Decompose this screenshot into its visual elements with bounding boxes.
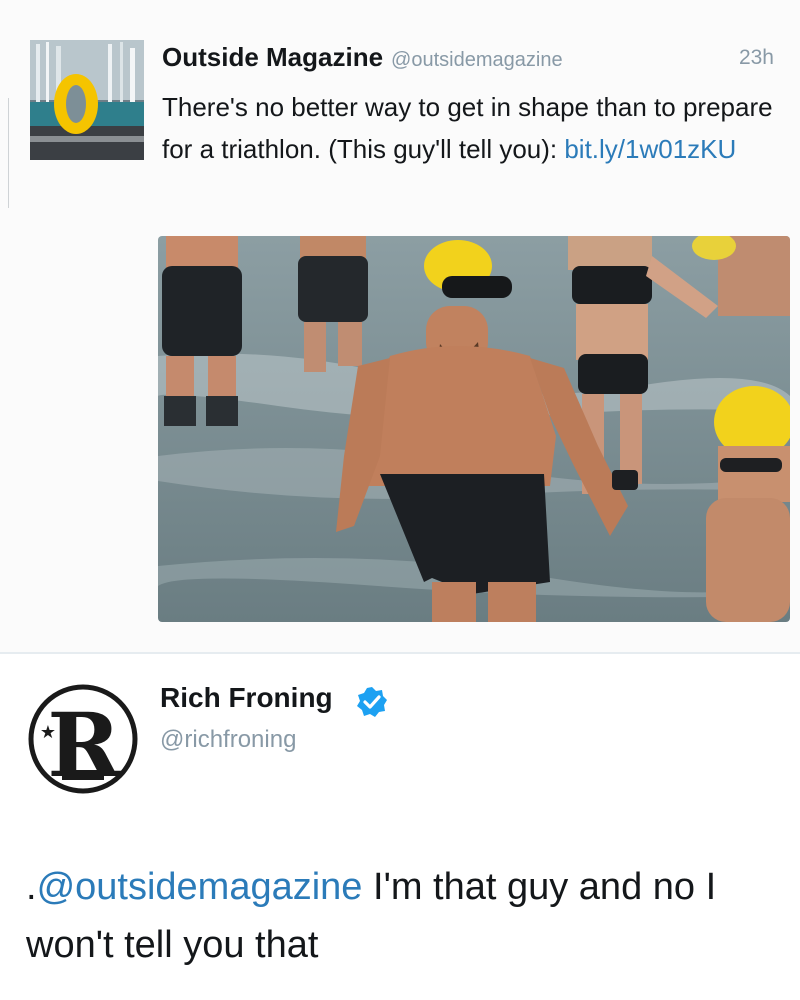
svg-text:★: ★ — [40, 722, 56, 743]
author-name[interactable]: Outside Magazine — [162, 42, 383, 72]
svg-text:R: R — [47, 693, 121, 797]
tweet-media-photo[interactable] — [158, 236, 790, 622]
verified-badge-icon — [356, 686, 388, 718]
tweet-header: Outside Magazine @outsidemagazine 23h — [162, 42, 782, 76]
tweet-link[interactable]: bit.ly/1w01zKU — [564, 134, 736, 164]
mention-link[interactable]: @outsidemagazine — [37, 866, 363, 908]
tweet-text-prefix: . — [26, 866, 37, 908]
outside-magazine-avatar[interactable] — [30, 40, 144, 160]
author-handle[interactable]: @outsidemagazine — [391, 49, 563, 71]
outside-logo-icon — [30, 40, 144, 160]
author-name[interactable]: Rich Froning — [160, 682, 333, 714]
author-handle[interactable]: @richfroning — [160, 726, 296, 754]
tweet-text: .@outsidemagazine I'm that guy and no I … — [26, 858, 786, 974]
triathlon-swimmers-photo — [158, 236, 790, 622]
tweet-timestamp[interactable]: 23h — [739, 46, 774, 70]
tweet-text: There's no better way to get in shape th… — [162, 86, 792, 170]
tweet-divider — [0, 652, 800, 654]
rich-froning-logo-icon: R ★ — [26, 678, 140, 800]
divider — [8, 98, 9, 208]
tweet-outside-magazine[interactable]: Outside Magazine @outsidemagazine 23h The… — [0, 0, 800, 652]
rich-froning-avatar[interactable]: R ★ — [26, 678, 140, 800]
